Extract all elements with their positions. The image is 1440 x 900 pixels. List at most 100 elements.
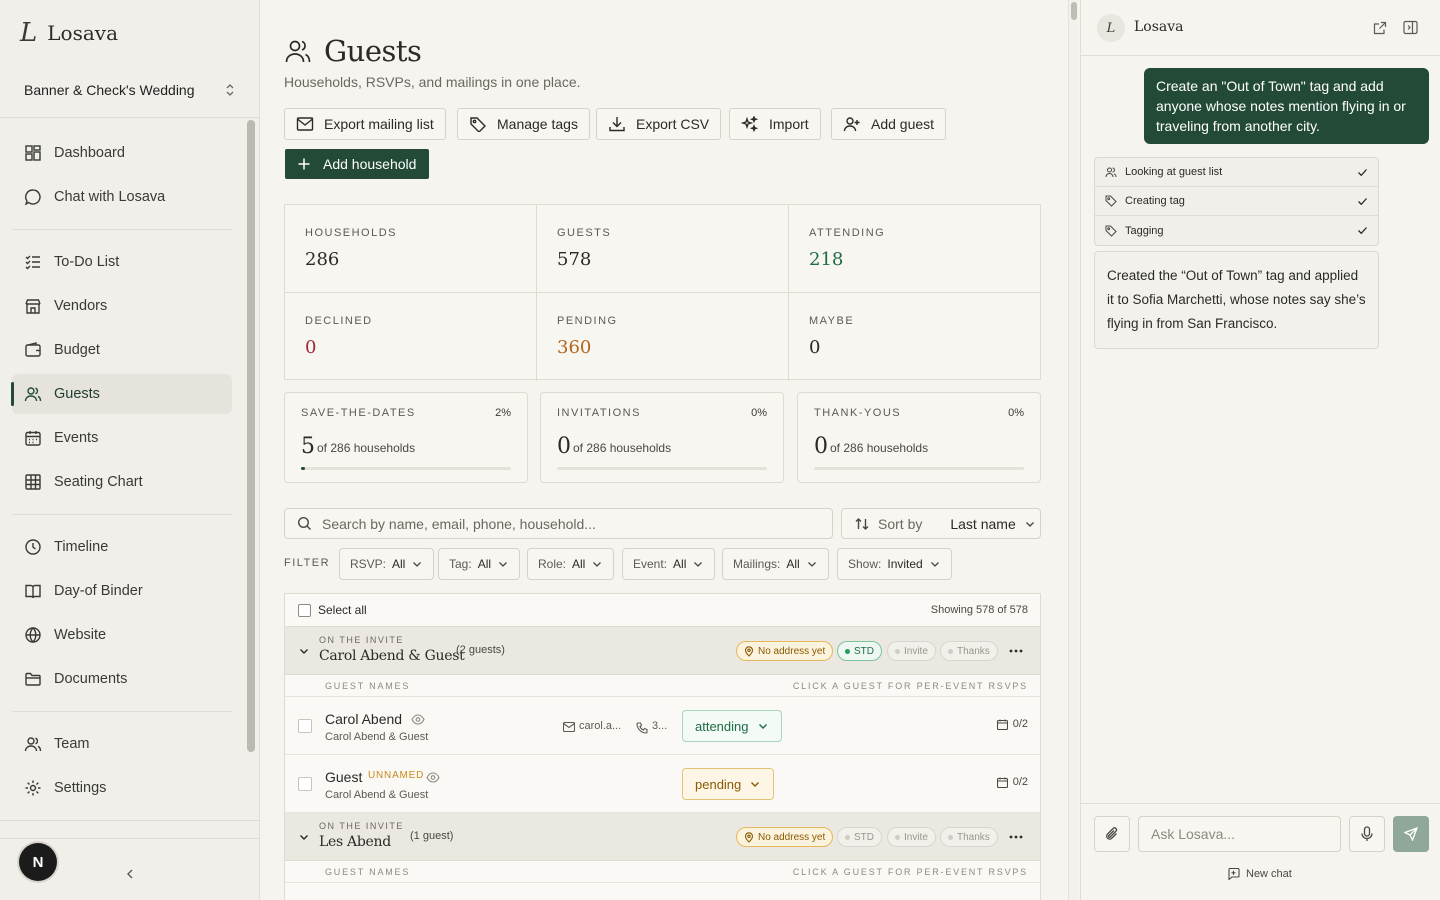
event-rsvp-count[interactable]: 0/2 (996, 718, 1028, 730)
guest-email[interactable]: carol.a... (579, 720, 621, 732)
household-row[interactable]: ON THE INVITE Les Abend (1 guest) No add… (285, 813, 1040, 861)
nav-events[interactable]: Events (12, 418, 232, 458)
guest-name[interactable]: Guest (325, 769, 362, 785)
household-row[interactable]: ON THE INVITE Carol Abend & Guest (2 gue… (285, 627, 1040, 675)
mailing-card-thank-yous[interactable]: THANK-YOUS 0% 0 of 286 households (797, 392, 1041, 483)
assistant-avatar: L (1097, 14, 1125, 42)
export-mailing-list-button[interactable]: Export mailing list (284, 108, 446, 140)
eye-icon[interactable] (411, 714, 425, 725)
address-status-badge[interactable]: No address yet (736, 641, 834, 661)
nav-binder[interactable]: Day-of Binder (12, 571, 232, 611)
chevron-left-icon[interactable] (122, 866, 138, 882)
user-avatar[interactable]: N (19, 843, 57, 881)
search-input[interactable]: Search by name, email, phone, household.… (284, 508, 833, 539)
filter-key: Event: (633, 557, 668, 571)
button-label: Manage tags (497, 116, 578, 132)
project-switcher[interactable]: Banner & Check's Wedding (24, 80, 236, 100)
scrollbar-thumb[interactable] (1071, 2, 1077, 20)
mailing-sub: of 286 households (830, 441, 929, 455)
tool-steps: Looking at guest list Creating tag Taggi… (1094, 157, 1379, 246)
filter-value: All (392, 557, 406, 571)
nav-team[interactable]: Team (12, 724, 232, 764)
filter-rsvp[interactable]: RSVP: All (339, 548, 435, 580)
mailing-percent: 0% (751, 407, 767, 419)
sort-select[interactable]: Sort by Last name (841, 508, 1041, 539)
mailing-label: INVITATIONS (557, 407, 641, 419)
filter-event[interactable]: Event: All (622, 548, 716, 580)
event-rsvp-count[interactable]: 0/2 (996, 776, 1028, 788)
guest-row[interactable]: Carol Abend Carol Abend & Guest carol.a.… (285, 697, 1040, 755)
send-button[interactable] (1393, 816, 1429, 852)
nav-budget[interactable]: Budget (12, 330, 232, 370)
nav-settings[interactable]: Settings (12, 768, 232, 808)
external-link-icon[interactable] (1373, 21, 1387, 35)
add-household-button[interactable]: Add household (285, 149, 429, 179)
filter-role[interactable]: Role: All (527, 548, 615, 580)
filter-tag[interactable]: Tag: All (438, 548, 521, 580)
std-badge[interactable]: STD (837, 641, 882, 661)
rsvp-select[interactable]: pending (682, 768, 775, 800)
nav-vendors[interactable]: Vendors (12, 286, 232, 326)
guest-row[interactable]: Guest UNNAMED Carol Abend & Guest pendin… (285, 755, 1040, 813)
divider (12, 711, 232, 712)
guest-phone[interactable]: 3... (652, 720, 667, 732)
add-guest-button[interactable]: Add guest (831, 108, 947, 140)
household-name: Carol Abend & Guest (319, 648, 465, 664)
calendar-icon (25, 431, 41, 446)
chat-bubble-icon (24, 189, 41, 206)
nav-label: Settings (54, 780, 107, 796)
nav-label: To-Do List (54, 254, 120, 270)
thanks-badge[interactable]: Thanks (940, 827, 998, 847)
mail-icon (296, 117, 314, 131)
manage-tags-button[interactable]: Manage tags (457, 108, 590, 140)
more-horizontal-icon[interactable] (1008, 645, 1024, 657)
filter-value: All (673, 557, 687, 571)
chevron-down-icon[interactable] (298, 831, 310, 843)
mailing-card-save-the-dates[interactable]: SAVE-THE-DATES 2% 5 of 286 households (284, 392, 528, 483)
guest-names-header: GUEST NAMES CLICK A GUEST FOR PER-EVENT … (285, 861, 1040, 883)
guest-household: Carol Abend & Guest (325, 731, 429, 743)
rsvp-select[interactable]: attending (682, 710, 782, 742)
select-all-checkbox[interactable] (298, 603, 311, 617)
attach-button[interactable] (1094, 816, 1130, 852)
invite-badge[interactable]: Invite (887, 827, 936, 847)
nav-dashboard[interactable]: Dashboard (12, 133, 232, 173)
export-csv-button[interactable]: Export CSV (596, 108, 722, 140)
chat-input[interactable]: Ask Losava... (1138, 816, 1341, 852)
invite-badge[interactable]: Invite (887, 641, 936, 661)
guest-checkbox[interactable] (298, 777, 312, 791)
new-chat-button[interactable]: New chat (1227, 867, 1292, 880)
filter-show[interactable]: Show: Invited (837, 548, 952, 580)
download-icon (609, 117, 625, 132)
address-status-badge[interactable]: No address yet (736, 827, 834, 847)
stat-value: 578 (557, 249, 592, 270)
showing-count: Showing 578 of 578 (930, 604, 1028, 616)
nav-website[interactable]: Website (12, 615, 232, 655)
nav-seating[interactable]: Seating Chart (12, 462, 232, 502)
nav-chat[interactable]: Chat with Losava (12, 177, 232, 217)
mailing-card-invitations[interactable]: INVITATIONS 0% 0 of 286 households (540, 392, 784, 483)
thanks-badge[interactable]: Thanks (940, 641, 998, 661)
nav-guests[interactable]: Guests (11, 374, 232, 414)
import-button[interactable]: Import (729, 108, 821, 140)
logo[interactable]: L Losava (20, 18, 118, 48)
button-label: Add guest (871, 116, 935, 132)
chevron-down-icon (1025, 521, 1034, 527)
nav-timeline[interactable]: Timeline (12, 527, 232, 567)
divider (12, 514, 232, 515)
nav-todo[interactable]: To-Do List (12, 242, 232, 282)
nav-documents[interactable]: Documents (12, 659, 232, 699)
guest-checkbox[interactable] (298, 719, 312, 733)
std-badge[interactable]: STD (837, 827, 882, 847)
chevron-down-icon[interactable] (298, 645, 310, 657)
voice-button[interactable] (1349, 816, 1385, 852)
sidebar-scrollbar[interactable] (247, 120, 255, 752)
nav-label: Dashboard (54, 145, 125, 161)
step-item: Creating tag (1095, 187, 1378, 216)
more-horizontal-icon[interactable] (1008, 831, 1024, 843)
guest-name[interactable]: Carol Abend (325, 711, 402, 727)
panel-toggle-icon[interactable] (1403, 20, 1418, 35)
filter-mailings[interactable]: Mailings: All (722, 548, 829, 580)
eye-icon[interactable] (426, 772, 440, 783)
main-scrollbar[interactable] (1068, 0, 1078, 900)
